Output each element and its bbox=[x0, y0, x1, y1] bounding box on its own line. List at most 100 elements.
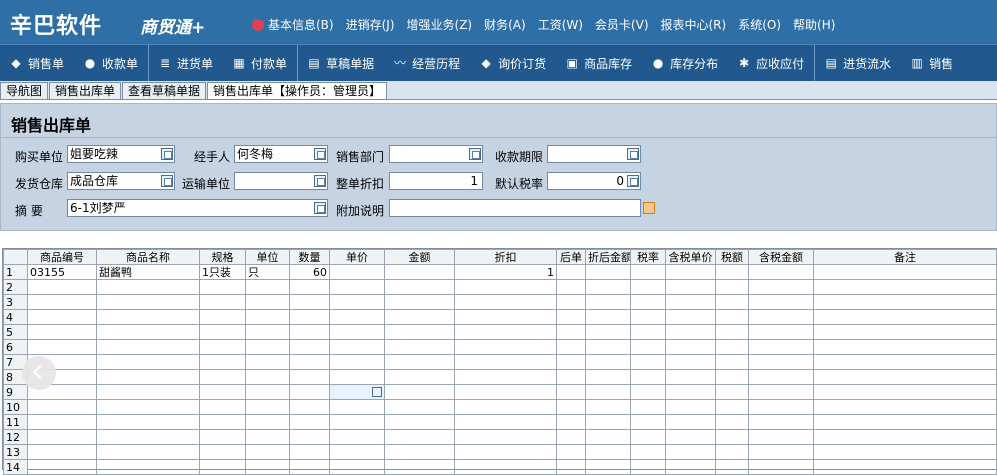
menu-salary[interactable]: 工资(W) bbox=[538, 16, 583, 33]
grid-cell[interactable] bbox=[245, 294, 290, 310]
grid-cell[interactable] bbox=[289, 429, 330, 445]
grid-cell[interactable] bbox=[585, 279, 631, 295]
grid-cell[interactable] bbox=[630, 414, 666, 430]
grid-cell[interactable] bbox=[556, 354, 586, 370]
grid-cell[interactable] bbox=[329, 429, 385, 445]
grid-cell[interactable] bbox=[289, 324, 330, 340]
warehouse-field[interactable]: 成品仓库 bbox=[67, 172, 175, 190]
grid-cell[interactable] bbox=[199, 369, 246, 385]
grid-cell[interactable] bbox=[585, 294, 631, 310]
grid-cell[interactable] bbox=[715, 354, 749, 370]
grid-cell[interactable] bbox=[585, 429, 631, 445]
grid-cell[interactable] bbox=[813, 279, 997, 295]
grid-cell[interactable] bbox=[289, 354, 330, 370]
grid-cell[interactable] bbox=[665, 384, 716, 400]
grid-cell[interactable] bbox=[329, 444, 385, 460]
grid-cell[interactable] bbox=[289, 294, 330, 310]
grid-cell[interactable] bbox=[96, 279, 200, 295]
grid-cell[interactable] bbox=[289, 444, 330, 460]
grid-cell[interactable] bbox=[329, 294, 385, 310]
grid-cell[interactable] bbox=[556, 384, 586, 400]
grid-cell[interactable] bbox=[384, 309, 455, 325]
grid-cell[interactable] bbox=[630, 369, 666, 385]
grid-cell[interactable] bbox=[665, 444, 716, 460]
grid-cell[interactable] bbox=[556, 309, 586, 325]
grid-cell[interactable] bbox=[245, 309, 290, 325]
grid-cell[interactable] bbox=[748, 444, 814, 460]
taxrate-spin-button[interactable] bbox=[627, 175, 639, 187]
buyer-field[interactable]: 姐要吃辣 bbox=[67, 145, 175, 163]
grid-cell[interactable] bbox=[27, 399, 97, 415]
grid-cell[interactable] bbox=[813, 294, 997, 310]
grid-cell[interactable] bbox=[245, 354, 290, 370]
grid-cell[interactable] bbox=[556, 444, 586, 460]
col-header-amount[interactable]: 金额 bbox=[384, 249, 455, 265]
grid-cell[interactable] bbox=[585, 384, 631, 400]
table-row[interactable]: 5 bbox=[3, 324, 997, 340]
grid-cell[interactable] bbox=[384, 399, 455, 415]
grid-cell[interactable] bbox=[748, 384, 814, 400]
grid-cell[interactable] bbox=[715, 429, 749, 445]
grid-cell[interactable] bbox=[384, 294, 455, 310]
note-expand-button[interactable] bbox=[643, 202, 655, 214]
grid-cell[interactable] bbox=[199, 339, 246, 355]
grid-cell[interactable] bbox=[199, 279, 246, 295]
grid-cell[interactable] bbox=[585, 324, 631, 340]
tab-navigation[interactable]: 导航图 bbox=[0, 82, 49, 99]
grid-cell[interactable]: 1只装 bbox=[199, 264, 246, 280]
grid-cell[interactable] bbox=[199, 354, 246, 370]
grid-cell[interactable] bbox=[630, 339, 666, 355]
grid-cell[interactable] bbox=[384, 414, 455, 430]
grid-cell[interactable] bbox=[813, 339, 997, 355]
toolbar-receivable-payable[interactable]: ✱ 应收应付 bbox=[728, 45, 816, 81]
grid-cell[interactable] bbox=[96, 309, 200, 325]
grid-cell[interactable] bbox=[630, 294, 666, 310]
grid-cell[interactable] bbox=[27, 339, 97, 355]
grid-cell[interactable] bbox=[329, 264, 385, 280]
grid-cell[interactable] bbox=[27, 279, 97, 295]
menu-system[interactable]: 系统(O) bbox=[738, 16, 781, 33]
grid-cell[interactable] bbox=[748, 294, 814, 310]
grid-cell[interactable] bbox=[630, 354, 666, 370]
grid-cell[interactable] bbox=[384, 264, 455, 280]
col-header-tax[interactable]: 税额 bbox=[715, 249, 749, 265]
grid-cell[interactable] bbox=[748, 414, 814, 430]
grid-cell[interactable] bbox=[665, 309, 716, 325]
grid-cell[interactable] bbox=[199, 414, 246, 430]
table-row[interactable]: 7 bbox=[3, 354, 997, 370]
grid-cell[interactable] bbox=[585, 414, 631, 430]
grid-cell[interactable] bbox=[556, 324, 586, 340]
menu-inventory[interactable]: 进销存(J) bbox=[346, 16, 395, 33]
table-row[interactable]: 3 bbox=[3, 294, 997, 310]
toolbar-business-history[interactable]: 〰经营历程 bbox=[384, 45, 470, 81]
tab-sales-outbound[interactable]: 销售出库单 bbox=[49, 82, 122, 99]
table-row[interactable]: 2 bbox=[3, 279, 997, 295]
toolbar-purchase-flow[interactable]: ▤ 进货流水 bbox=[815, 45, 901, 81]
grid-cell[interactable] bbox=[665, 264, 716, 280]
grid-cell[interactable] bbox=[556, 459, 586, 475]
grid-cell[interactable] bbox=[630, 309, 666, 325]
grid-cell[interactable] bbox=[715, 264, 749, 280]
grid-cell[interactable] bbox=[27, 324, 97, 340]
grid-cell[interactable] bbox=[245, 429, 290, 445]
grid-cell[interactable] bbox=[329, 369, 385, 385]
grid-cell[interactable] bbox=[289, 399, 330, 415]
grid-cell[interactable] bbox=[665, 399, 716, 415]
grid-cell[interactable] bbox=[715, 369, 749, 385]
grid-cell[interactable] bbox=[245, 324, 290, 340]
grid-cell[interactable] bbox=[245, 339, 290, 355]
grid-cell[interactable] bbox=[199, 294, 246, 310]
dept-lookup-button[interactable] bbox=[469, 148, 481, 160]
tab-view-drafts[interactable]: 查看草稿单据 bbox=[122, 82, 207, 99]
grid-cell[interactable]: 1 bbox=[454, 264, 557, 280]
grid-cell[interactable] bbox=[199, 429, 246, 445]
grid-cell[interactable] bbox=[329, 279, 385, 295]
grid-cell[interactable] bbox=[585, 369, 631, 385]
grid-cell[interactable] bbox=[384, 369, 455, 385]
grid-cell[interactable] bbox=[454, 369, 557, 385]
grid-cell[interactable]: 甜酱鸭 bbox=[96, 264, 200, 280]
table-row[interactable]: 1 03155 甜酱鸭 1只装只 60 1 bbox=[3, 264, 997, 280]
grid-cell[interactable] bbox=[813, 369, 997, 385]
grid-cell[interactable] bbox=[289, 384, 330, 400]
grid-cell[interactable] bbox=[96, 294, 200, 310]
